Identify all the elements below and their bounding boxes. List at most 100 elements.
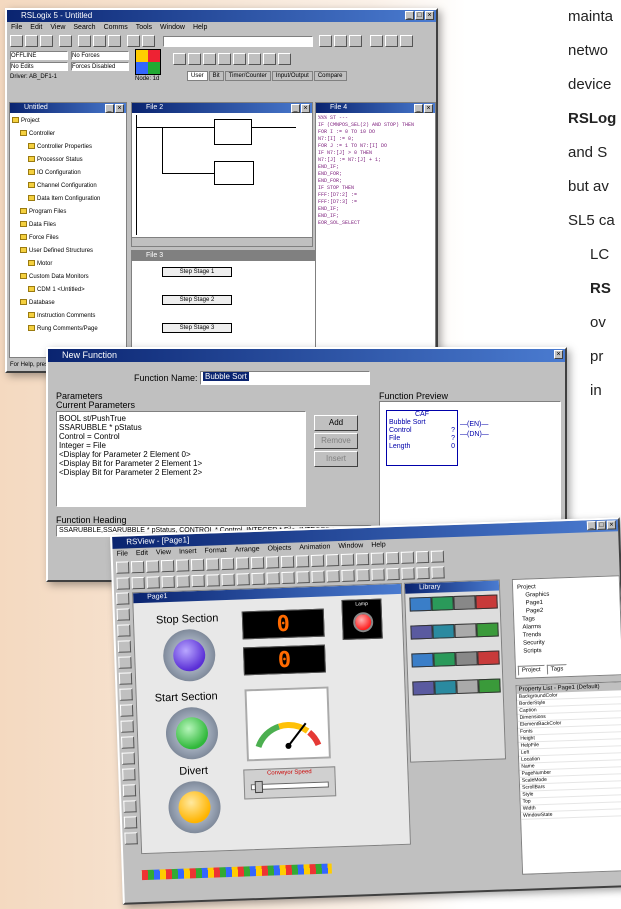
hmi-minimize-icon[interactable]: _	[586, 521, 597, 531]
parameter-item[interactable]: BOOL st/PushTrue	[59, 414, 303, 423]
find-icon[interactable]	[319, 35, 332, 47]
gauge[interactable]	[244, 686, 331, 762]
menu-item[interactable]: View	[50, 22, 65, 33]
drawing-tool-icon[interactable]	[120, 720, 134, 733]
toolbar-button-icon[interactable]	[236, 573, 250, 586]
compute-block[interactable]	[214, 161, 254, 185]
toolbar-button-icon[interactable]	[131, 576, 145, 590]
toolbar-button-icon[interactable]	[160, 559, 175, 573]
whats-this-icon[interactable]	[400, 35, 413, 47]
drawing-tool-icon[interactable]	[118, 656, 132, 669]
function-name-input[interactable]: Bubble Sort	[200, 371, 370, 385]
library-object-icon[interactable]	[455, 651, 478, 667]
hmi-maximize-icon[interactable]: □	[596, 520, 607, 530]
tab-project[interactable]: Project	[517, 664, 545, 676]
toolbar-button-icon[interactable]	[235, 557, 250, 570]
hmi-close-icon[interactable]: ×	[606, 520, 617, 530]
toolbar-button-icon[interactable]	[295, 555, 310, 568]
toolbar-button-icon[interactable]	[130, 560, 145, 574]
toolbar-button-icon[interactable]	[145, 560, 160, 573]
tree-item[interactable]: Motor	[12, 258, 124, 271]
toolbar-button-icon[interactable]	[386, 567, 400, 581]
sfc-step[interactable]: Step Stage 1	[162, 267, 232, 277]
menu-item[interactable]: File	[116, 548, 129, 559]
rslogix-titlebar[interactable]: RSLogix 5 - Untitled _ □ ×	[7, 10, 436, 22]
open-icon[interactable]	[25, 35, 38, 47]
xio-icon[interactable]	[218, 53, 231, 65]
drawing-tool-icon[interactable]	[121, 752, 136, 765]
menu-item[interactable]: Objects	[267, 543, 291, 555]
toolbar-button-icon[interactable]	[115, 561, 130, 574]
library-object-icon[interactable]	[453, 595, 476, 611]
library-object-icon[interactable]	[410, 624, 433, 640]
toolbar-button-icon[interactable]	[266, 572, 280, 585]
library-object-icon[interactable]	[412, 680, 435, 696]
toolbar-button-icon[interactable]	[340, 553, 355, 566]
library-object-icon[interactable]	[454, 623, 477, 639]
parameter-item[interactable]: <Display Bit for Parameter 2 Element 1>	[59, 459, 303, 468]
toolbar-button-icon[interactable]	[146, 576, 160, 589]
toolbar-button-icon[interactable]	[265, 556, 280, 569]
library-object-icon[interactable]	[434, 680, 457, 695]
drawing-tool-icon[interactable]	[116, 592, 130, 605]
library-object-icon[interactable]	[433, 652, 456, 667]
minimize-icon[interactable]: _	[405, 11, 414, 20]
menu-item[interactable]: Window	[338, 540, 363, 552]
toolbar-button-icon[interactable]	[281, 571, 295, 585]
menu-item[interactable]: Edit	[30, 22, 42, 33]
search-combo[interactable]	[163, 35, 313, 47]
tree-item[interactable]: Custom Data Monitors	[12, 271, 124, 284]
instruction-tab[interactable]: Input/Output	[271, 71, 313, 81]
library-object-icon[interactable]	[432, 624, 455, 639]
instruction-tab[interactable]: Bit	[208, 71, 224, 81]
menu-item[interactable]: Window	[160, 22, 185, 33]
parameter-item[interactable]: Integer = File	[59, 441, 303, 450]
tree-item[interactable]: Rung Comments/Page	[12, 323, 124, 336]
toolbar-button-icon[interactable]	[355, 552, 370, 566]
sfc-chart[interactable]: Step Stage 1 Step Stage 2 Step Stage 3	[132, 263, 330, 353]
toolbar-button-icon[interactable]	[250, 556, 265, 570]
toolbar-button-icon[interactable]	[356, 568, 370, 582]
stop-section-button[interactable]	[162, 628, 217, 683]
toolbar-button-icon[interactable]	[385, 551, 400, 565]
divert-button[interactable]	[167, 780, 222, 835]
drawing-tool-icon[interactable]	[119, 688, 133, 701]
tree-item[interactable]: Instruction Comments	[12, 310, 124, 323]
menu-item[interactable]: Help	[193, 22, 207, 33]
toolbar-button-icon[interactable]	[280, 555, 295, 569]
menu-item[interactable]: Tools	[136, 22, 152, 33]
insert-button[interactable]: Insert	[314, 451, 358, 467]
drawing-tool-icon[interactable]	[122, 768, 136, 781]
st-minimize-icon[interactable]: _	[414, 104, 423, 113]
library-object-icon[interactable]	[475, 594, 498, 610]
library-object-icon[interactable]	[477, 650, 500, 666]
toolbar-button-icon[interactable]	[205, 558, 220, 571]
drawing-tool-icon[interactable]	[121, 736, 135, 749]
parameter-item[interactable]: Control = Control	[59, 432, 303, 441]
copy-icon[interactable]	[93, 35, 106, 47]
ladder-hscroll[interactable]	[132, 237, 312, 246]
toolbar-button-icon[interactable]	[326, 570, 340, 583]
tree-item[interactable]: Data Files	[12, 219, 124, 232]
verify-icon[interactable]	[334, 35, 347, 47]
start-section-button[interactable]	[165, 706, 219, 761]
library-object-icon[interactable]	[476, 622, 499, 638]
toolbar-button-icon[interactable]	[400, 551, 415, 564]
ladder-rung-area[interactable]	[132, 113, 312, 238]
tree-item[interactable]: Controller	[12, 128, 124, 141]
st-close-icon[interactable]: ×	[424, 104, 433, 113]
menu-item[interactable]: Animation	[299, 541, 331, 553]
toolbar-button-icon[interactable]	[176, 575, 190, 588]
toolbar-button-icon[interactable]	[416, 566, 430, 580]
drawing-tool-icon[interactable]	[122, 784, 137, 797]
close-icon[interactable]: ×	[425, 11, 434, 20]
library-object-icon[interactable]	[411, 652, 434, 668]
st-code[interactable]: %%% ST --- IF (CMNPOS_SEL(2) AND STOP) TH…	[316, 113, 435, 229]
ote-icon[interactable]	[233, 53, 246, 65]
toolbar-button-icon[interactable]	[310, 554, 325, 567]
library-object-icon[interactable]	[478, 678, 501, 694]
ladder-close-icon[interactable]: ×	[301, 104, 310, 113]
toolbar-button-icon[interactable]	[251, 572, 265, 586]
ons-icon[interactable]	[278, 53, 291, 65]
menu-item[interactable]: Arrange	[234, 544, 260, 556]
